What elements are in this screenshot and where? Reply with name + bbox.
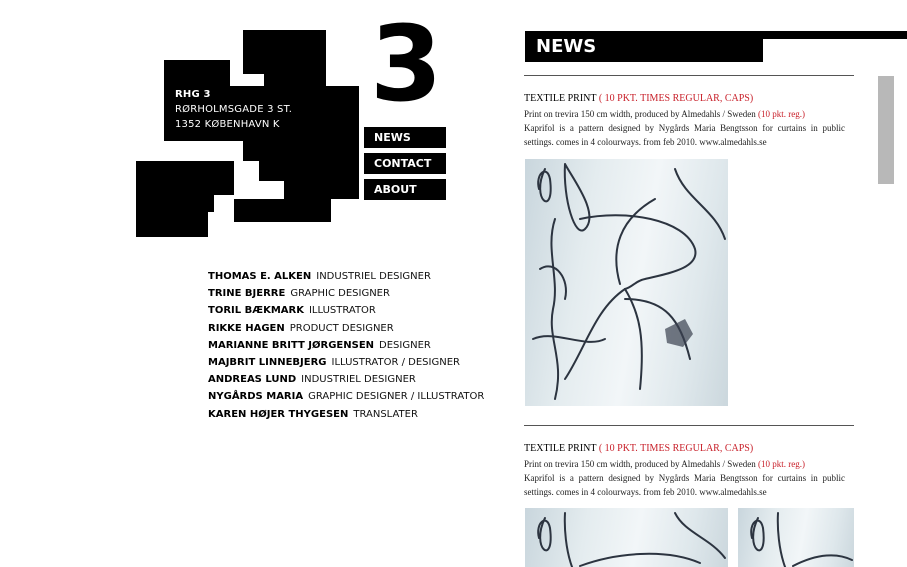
logo-block — [284, 181, 359, 199]
curtain-pattern-image — [537, 512, 726, 567]
person-item[interactable]: MARIANNE BRITT JØRGENSEN DESIGNER — [208, 337, 484, 354]
curtain-photo[interactable] — [525, 159, 728, 406]
person-name: MARIANNE BRITT JØRGENSEN — [208, 339, 375, 351]
article-line: Print on trevira 150 cm width, produced … — [524, 459, 805, 469]
logo-block — [264, 74, 326, 86]
logo-block — [164, 60, 230, 86]
person-item[interactable]: RIKKE HAGEN PRODUCT DESIGNER — [208, 320, 484, 337]
logo-block — [243, 60, 326, 74]
curtain-photo[interactable] — [738, 508, 854, 567]
nav-about-link[interactable]: ABOUT — [364, 179, 446, 200]
article-title-note: ( 10 PKT. TIMES REGULAR, CAPS) — [598, 93, 754, 104]
logo-address-line2: 1352 KØBENHAVN K — [175, 119, 280, 130]
person-item[interactable]: ANDREAS LUND INDUSTRIEL DESIGNER — [208, 371, 484, 388]
person-item[interactable]: MAJBRIT LINNEBJERG ILLUSTRATOR / DESIGNER — [208, 354, 484, 371]
article-body: Kaprifol is a pattern designed by Nygård… — [524, 473, 845, 497]
article-title: TEXTILE PRINT ( 10 PKT. TIMES REGULAR, C… — [524, 443, 754, 454]
people-list: THOMAS E. ALKEN INDUSTRIEL DESIGNER TRINE… — [208, 268, 484, 423]
logo-name: RHG 3 — [175, 89, 211, 100]
person-role: TRANSLATER — [353, 408, 418, 420]
nav-contact-link[interactable]: CONTACT — [364, 153, 446, 174]
article-line-note: (10 pkt. reg.) — [757, 109, 805, 119]
logo-block — [243, 141, 359, 161]
person-item[interactable]: THOMAS E. ALKEN INDUSTRIEL DESIGNER — [208, 268, 484, 285]
logo-block — [243, 30, 326, 60]
article-title-note: ( 10 PKT. TIMES REGULAR, CAPS) — [598, 443, 754, 454]
logo-number: 3 — [370, 3, 442, 125]
person-item[interactable]: TRINE BJERRE GRAPHIC DESIGNER — [208, 285, 484, 302]
person-name: MAJBRIT LINNEBJERG — [208, 356, 327, 368]
divider — [524, 425, 854, 426]
person-role: DESIGNER — [379, 339, 431, 351]
person-role: INDUSTRIEL DESIGNER — [301, 374, 416, 386]
person-name: KAREN HØJER THYGESEN — [208, 408, 349, 420]
person-name: THOMAS E. ALKEN — [208, 271, 312, 282]
person-name: TORIL BÆKMARK — [208, 305, 304, 317]
curtain-photo[interactable] — [525, 508, 728, 567]
person-role: GRAPHIC DESIGNER / ILLUSTRATOR — [308, 391, 485, 403]
article-line: Print on trevira 150 cm width, produced … — [524, 109, 805, 119]
article-body: Kaprifol is a pattern designed by Nygård… — [524, 123, 845, 147]
person-name: TRINE BJERRE — [208, 288, 286, 300]
person-name: NYGÅRDS MARIA — [208, 391, 304, 403]
person-item[interactable]: KAREN HØJER THYGESEN TRANSLATER — [208, 406, 484, 423]
person-role: ILLUSTRATOR / DESIGNER — [331, 356, 460, 368]
logo-block — [234, 199, 331, 222]
article-title: TEXTILE PRINT ( 10 PKT. TIMES REGULAR, C… — [524, 93, 754, 104]
news-article: TEXTILE PRINT ( 10 PKT. TIMES REGULAR, C… — [524, 442, 845, 499]
person-role: INDUSTRIEL DESIGNER — [316, 271, 431, 282]
person-name: ANDREAS LUND — [208, 374, 297, 386]
news-heading: NEWS — [525, 31, 763, 62]
article-line-note: (10 pkt. reg.) — [757, 459, 805, 469]
nav-news-link[interactable]: NEWS — [364, 127, 446, 148]
scrollbar-thumb[interactable] — [878, 76, 894, 184]
logo-block — [136, 161, 234, 195]
logo-block — [136, 195, 214, 212]
logo-block — [136, 212, 208, 237]
person-item[interactable]: TORIL BÆKMARK ILLUSTRATOR — [208, 302, 484, 319]
curtain-pattern-image — [532, 163, 726, 400]
person-item[interactable]: NYGÅRDS MARIA GRAPHIC DESIGNER / ILLUSTRA… — [208, 388, 484, 405]
person-role: GRAPHIC DESIGNER — [290, 288, 390, 300]
divider — [524, 75, 854, 76]
person-name: RIKKE HAGEN — [208, 322, 285, 334]
person-role: ILLUSTRATOR — [308, 305, 376, 317]
logo-block — [259, 161, 359, 181]
news-article: TEXTILE PRINT ( 10 PKT. TIMES REGULAR, C… — [524, 92, 845, 149]
logo-address-line1: RØRHOLMSGADE 3 ST. — [175, 104, 293, 115]
curtain-pattern-image — [750, 512, 853, 567]
person-role: PRODUCT DESIGNER — [289, 322, 394, 334]
